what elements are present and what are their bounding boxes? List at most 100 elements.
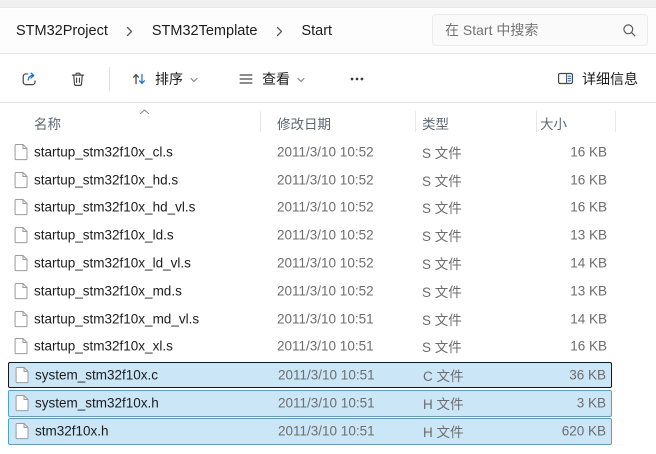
breadcrumb-item[interactable]: STM32Project (10, 19, 114, 43)
file-size: 13 KB (570, 283, 607, 299)
file-icon (15, 423, 29, 440)
search-placeholder: 在 Start 中搜索 (445, 22, 539, 38)
file-icon (14, 310, 28, 327)
more-options-button[interactable] (340, 64, 374, 94)
column-header-type[interactable]: 类型 (422, 113, 449, 133)
file-name: stm32f10x.h (35, 423, 109, 439)
window-top-strip (0, 0, 656, 8)
file-date-modified: 2011/3/10 10:52 (277, 255, 374, 271)
file-size: 16 KB (570, 338, 607, 354)
file-row[interactable]: startup_stm32f10x_md_vl.s 2011/3/10 10:5… (8, 304, 612, 333)
file-type: S 文件 (422, 145, 462, 161)
file-icon (14, 143, 28, 160)
file-type: C 文件 (423, 369, 464, 385)
breadcrumb-item[interactable]: STM32Template (146, 19, 264, 43)
file-name: startup_stm32f10x_hd.s (34, 172, 179, 188)
file-name: startup_stm32f10x_hd_vl.s (34, 199, 196, 215)
file-row[interactable]: stm32f10x.h 2011/3/10 10:51 H 文件 620 KB (8, 418, 612, 445)
file-type: H 文件 (423, 397, 464, 413)
file-explorer-window: STM32Project STM32Template Start 在 Start… (0, 0, 656, 454)
column-separator[interactable] (615, 111, 616, 132)
file-type: S 文件 (422, 201, 462, 217)
file-icon (14, 171, 28, 188)
file-size: 16 KB (570, 172, 607, 188)
details-pane-icon (556, 69, 575, 88)
file-icon (15, 395, 29, 412)
file-row[interactable]: startup_stm32f10x_hd_vl.s 2011/3/10 10:5… (8, 193, 612, 222)
breadcrumb: STM32Project STM32Template Start (10, 9, 338, 53)
details-pane-label: 详细信息 (582, 70, 638, 87)
column-header-size[interactable]: 大小 (540, 113, 567, 133)
file-type: S 文件 (422, 284, 462, 300)
file-icon (14, 255, 28, 272)
file-name: system_stm32f10x.h (35, 395, 159, 411)
file-icon (14, 338, 28, 355)
breadcrumb-chevron-icon (120, 21, 140, 41)
breadcrumb-item[interactable]: Start (295, 19, 338, 43)
file-row[interactable]: startup_stm32f10x_xl.s 2011/3/10 10:51 S… (8, 332, 612, 361)
file-date-modified: 2011/3/10 10:51 (278, 423, 375, 439)
file-row[interactable]: startup_stm32f10x_ld.s 2011/3/10 10:52 S… (8, 221, 612, 250)
column-header-row: 名称 修改日期 类型 大小 (0, 104, 656, 138)
sort-button-label: 排序 (155, 70, 183, 87)
file-date-modified: 2011/3/10 10:51 (277, 338, 374, 354)
file-type: S 文件 (422, 312, 462, 328)
trash-icon (69, 70, 87, 88)
search-input[interactable]: 在 Start 中搜索 (432, 14, 648, 46)
file-type: S 文件 (422, 340, 462, 356)
file-row[interactable]: system_stm32f10x.h 2011/3/10 10:51 H 文件 … (8, 390, 612, 417)
column-header-name[interactable]: 名称 (34, 113, 61, 133)
address-bar: STM32Project STM32Template Start 在 Start… (0, 9, 656, 54)
column-separator[interactable] (260, 111, 261, 132)
file-name: startup_stm32f10x_md_vl.s (34, 311, 200, 327)
chevron-up-icon (139, 104, 150, 119)
file-name: startup_stm32f10x_xl.s (34, 338, 173, 354)
file-date-modified: 2011/3/10 10:52 (277, 283, 374, 299)
column-separator[interactable] (415, 111, 416, 132)
file-size: 36 KB (569, 367, 606, 383)
share-button[interactable] (12, 63, 47, 94)
command-bar: 排序 查看 详细信息 (0, 55, 656, 103)
breadcrumb-chevron-icon (269, 21, 289, 41)
file-row[interactable]: startup_stm32f10x_hd.s 2011/3/10 10:52 S… (8, 165, 612, 194)
file-date-modified: 2011/3/10 10:51 (278, 395, 375, 411)
file-name: startup_stm32f10x_ld_vl.s (34, 255, 191, 271)
file-date-modified: 2011/3/10 10:51 (277, 311, 374, 327)
chevron-down-icon (189, 75, 199, 85)
file-date-modified: 2011/3/10 10:51 (278, 367, 375, 383)
file-row[interactable]: system_stm32f10x.c 2011/3/10 10:51 C 文件 … (8, 361, 612, 389)
file-row[interactable]: startup_stm32f10x_ld_vl.s 2011/3/10 10:5… (8, 249, 612, 277)
file-icon (15, 367, 29, 384)
view-button[interactable]: 查看 (229, 63, 314, 95)
file-type: H 文件 (423, 425, 464, 441)
file-type: S 文件 (422, 229, 462, 245)
file-size: 14 KB (570, 311, 607, 327)
file-row[interactable]: startup_stm32f10x_cl.s 2011/3/10 10:52 S… (8, 138, 612, 166)
file-size: 620 KB (561, 423, 606, 439)
sort-button[interactable]: 排序 (122, 63, 207, 95)
chevron-down-icon (296, 75, 306, 85)
file-list: startup_stm32f10x_cl.s 2011/3/10 10:52 S… (8, 138, 612, 446)
file-date-modified: 2011/3/10 10:52 (277, 144, 374, 160)
details-pane-button[interactable]: 详细信息 (548, 63, 646, 95)
file-row[interactable]: startup_stm32f10x_md.s 2011/3/10 10:52 S… (8, 276, 612, 305)
file-size: 16 KB (570, 144, 607, 160)
search-icon[interactable] (622, 23, 637, 38)
more-ellipsis-icon (348, 70, 366, 88)
view-list-icon (237, 70, 255, 88)
file-date-modified: 2011/3/10 10:52 (277, 172, 374, 188)
file-name: startup_stm32f10x_ld.s (34, 227, 174, 243)
file-size: 14 KB (570, 255, 607, 271)
column-header-date-modified[interactable]: 修改日期 (277, 113, 331, 133)
file-icon (14, 227, 28, 244)
delete-button[interactable] (61, 64, 95, 94)
file-date-modified: 2011/3/10 10:52 (277, 199, 374, 215)
file-size: 3 KB (576, 395, 606, 411)
column-separator[interactable] (536, 111, 537, 132)
file-type: S 文件 (422, 257, 462, 273)
file-name: startup_stm32f10x_md.s (34, 283, 182, 299)
file-size: 16 KB (570, 199, 607, 215)
toolbar-divider (109, 66, 110, 91)
file-type: S 文件 (422, 173, 462, 189)
file-date-modified: 2011/3/10 10:52 (277, 227, 374, 243)
